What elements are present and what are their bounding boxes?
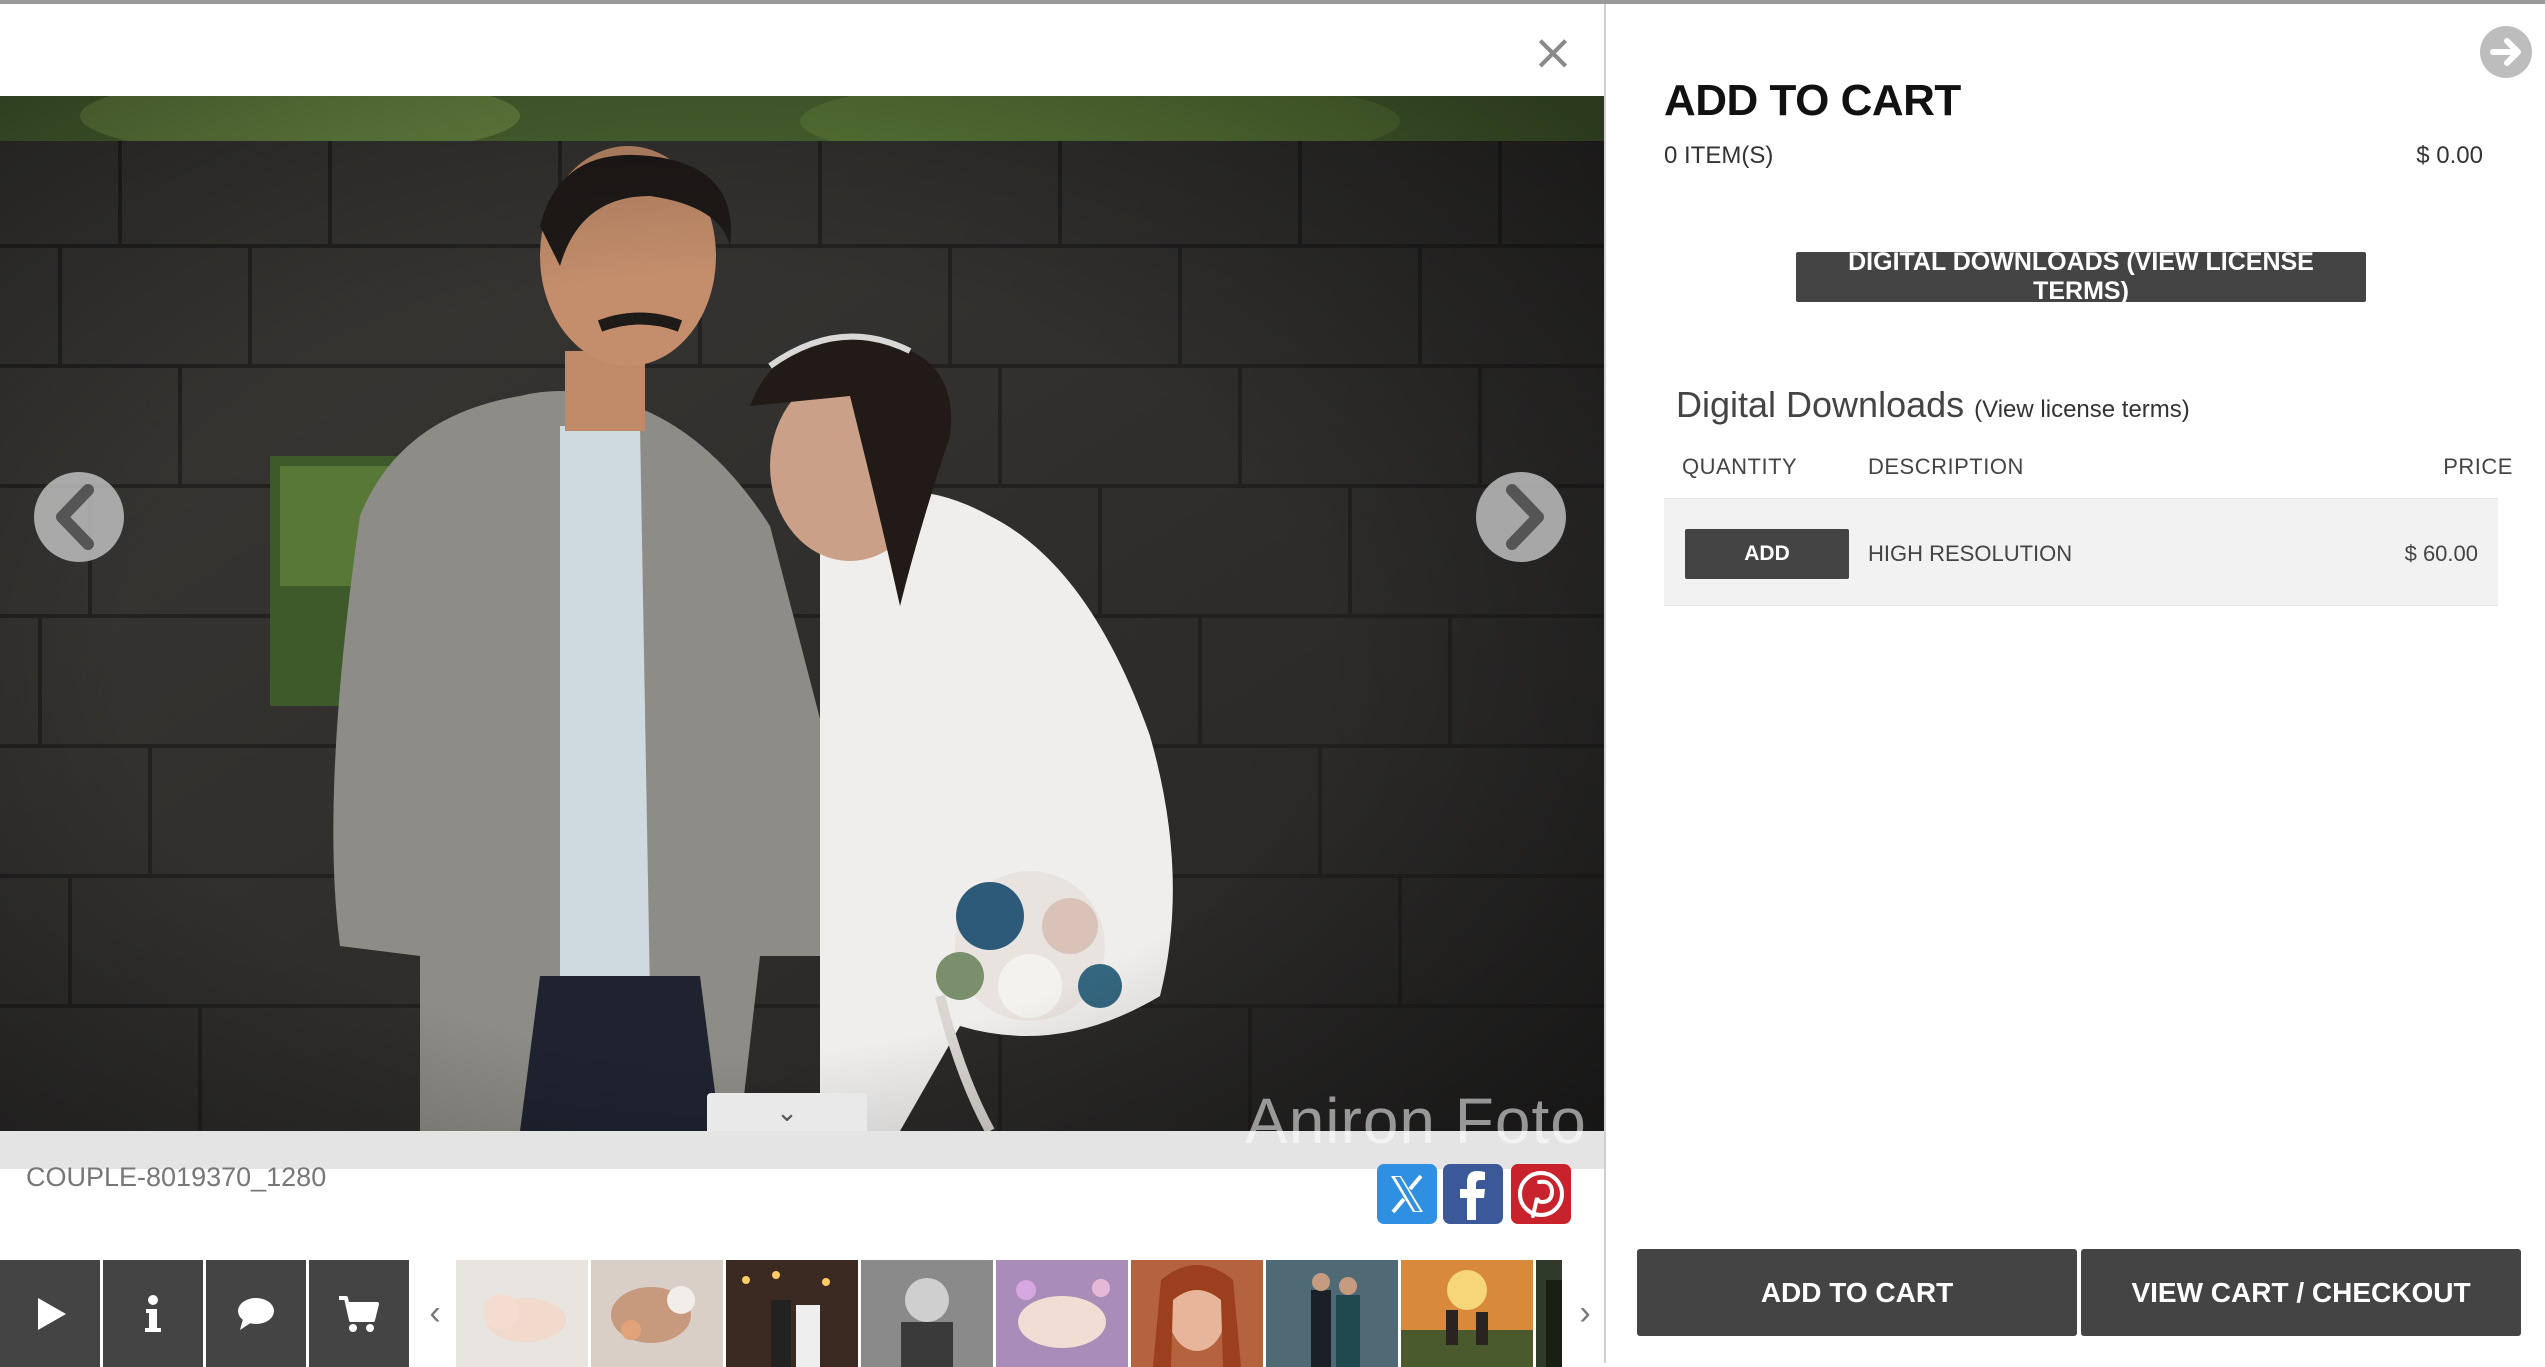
- cart-title: ADD TO CART: [1664, 76, 1961, 125]
- cart-panel: ADD TO CART 0 ITEM(S) $ 0.00 DIGITAL DOW…: [1604, 4, 2545, 1363]
- view-cart-checkout-button[interactable]: VIEW CART / CHECKOUT: [2081, 1249, 2521, 1336]
- thumbs-next-button[interactable]: ›: [1570, 1260, 1600, 1367]
- x-icon: [1391, 1174, 1423, 1214]
- cart-total: $ 0.00: [2416, 142, 2483, 169]
- chevron-left-icon: [56, 484, 94, 550]
- collapse-details-button[interactable]: ⌄: [707, 1093, 867, 1131]
- section-title: Digital Downloads (View license terms): [1676, 384, 2190, 426]
- info-icon: [145, 1294, 161, 1332]
- thumbs-prev-button[interactable]: ‹: [420, 1260, 450, 1367]
- photo-viewer: × ⌄ Aniron Foto COUPLE-8019370_1280 ‹ ›: [0, 4, 1604, 1367]
- watermark: Aniron Foto: [1245, 1085, 1587, 1157]
- facebook-icon: [1460, 1171, 1485, 1220]
- item-description: HIGH RESOLUTION: [1868, 541, 2073, 566]
- thumbnail-kids-sunset[interactable]: [1401, 1260, 1533, 1367]
- arrow-right-circle-icon[interactable]: [2480, 26, 2532, 78]
- thumbnail-couple-forest[interactable]: [1266, 1260, 1398, 1367]
- pinterest-share-button[interactable]: [1511, 1164, 1571, 1224]
- thumbnail-partial[interactable]: [1536, 1260, 1562, 1367]
- table-row: ADD HIGH RESOLUTION $ 60.00: [1664, 498, 2498, 606]
- close-icon[interactable]: ×: [1532, 27, 1574, 77]
- next-photo-button[interactable]: [1476, 472, 1566, 562]
- facebook-share-button[interactable]: [1443, 1164, 1503, 1224]
- column-price: PRICE: [2443, 454, 2513, 479]
- comment-icon: [238, 1297, 274, 1330]
- cart-button[interactable]: [309, 1260, 409, 1367]
- column-description: DESCRIPTION: [1868, 454, 2024, 479]
- main-photo: [0, 96, 1604, 1131]
- view-license-terms-link[interactable]: (View license terms): [1974, 396, 2190, 423]
- cart-items-count: 0 ITEM(S): [1664, 142, 1774, 169]
- prev-photo-button[interactable]: [34, 472, 124, 562]
- photo-filename: COUPLE-8019370_1280: [26, 1162, 327, 1192]
- comments-button[interactable]: [206, 1260, 306, 1367]
- chevron-left-icon: ‹: [429, 1294, 441, 1332]
- section-title-text: Digital Downloads: [1676, 384, 1965, 425]
- pinterest-icon: [1518, 1171, 1564, 1218]
- play-icon: [38, 1297, 66, 1330]
- thumbnail-couple-lights[interactable]: [726, 1260, 858, 1367]
- add-to-cart-button[interactable]: ADD TO CART: [1637, 1249, 2077, 1336]
- view-license-terms-button[interactable]: DIGITAL DOWNLOADS (VIEW LICENSE TERMS): [1796, 248, 2366, 305]
- thumbnail-portrait-redhead[interactable]: [1131, 1260, 1263, 1367]
- viewer-toolbar: [0, 1260, 412, 1367]
- info-button[interactable]: [103, 1260, 203, 1367]
- add-item-button[interactable]: ADD: [1685, 529, 1849, 579]
- chevron-right-icon: ›: [1579, 1294, 1591, 1332]
- x-share-button[interactable]: [1377, 1164, 1437, 1224]
- thumbnail-newborn[interactable]: [456, 1260, 588, 1367]
- slideshow-button[interactable]: [0, 1260, 100, 1367]
- chevron-right-icon: [1506, 484, 1544, 550]
- cart-icon: [339, 1295, 379, 1332]
- thumbnail-baby-flowers[interactable]: [996, 1260, 1128, 1367]
- thumbnail-child-bw[interactable]: [861, 1260, 993, 1367]
- column-quantity: QUANTITY: [1682, 454, 1798, 479]
- thumbnail-rings[interactable]: [591, 1260, 723, 1367]
- chevron-down-icon: ⌄: [776, 1097, 798, 1127]
- thumbnail-strip: [456, 1260, 1562, 1367]
- item-price: $ 60.00: [2404, 541, 2478, 566]
